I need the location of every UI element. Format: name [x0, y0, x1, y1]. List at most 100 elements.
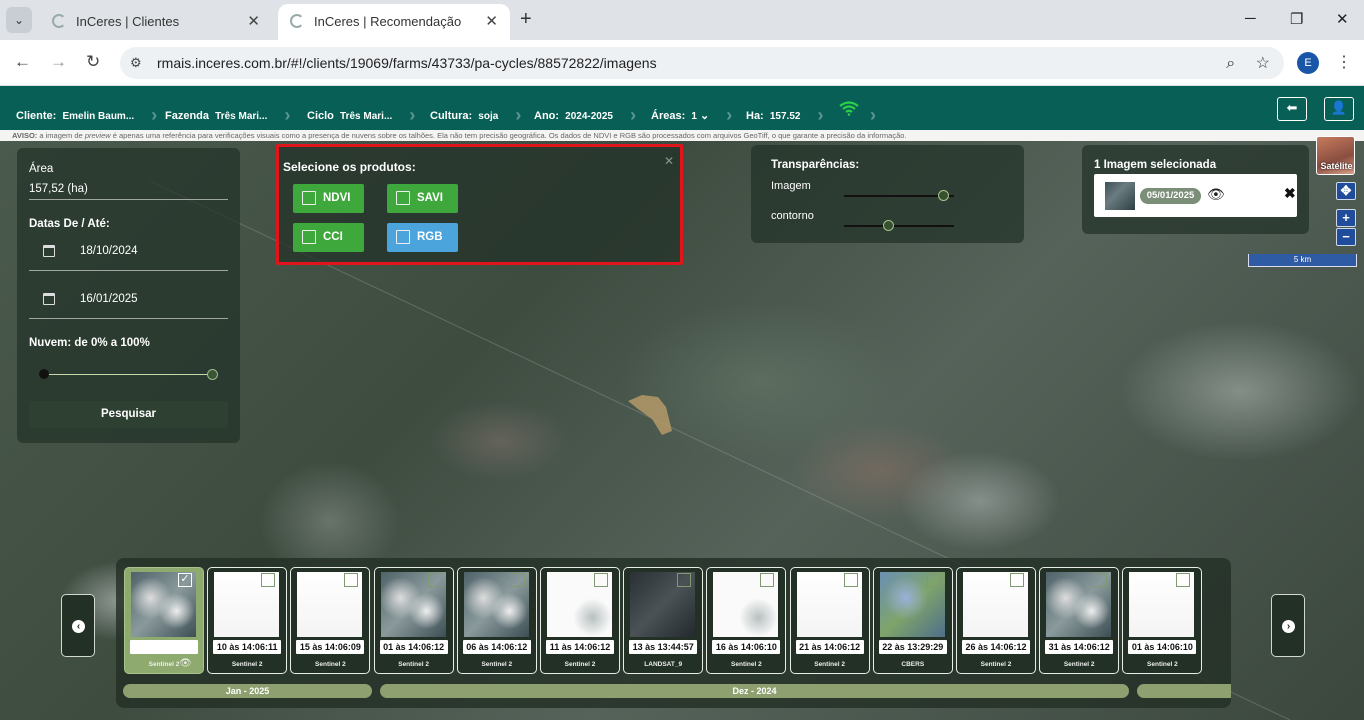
timeline-image-card[interactable]: 01 às 14:06:12 Sentinel 2 [373, 567, 454, 674]
preview-warning: AVISO: a imagem de preview é apenas uma … [0, 130, 1364, 141]
tab-title: InCeres | Recomendação [314, 14, 462, 29]
image-time-label: 06 às 14:06:12 [462, 640, 531, 654]
product-cci-button[interactable]: CCI [293, 223, 364, 252]
zoom-out-button[interactable]: − [1336, 228, 1356, 246]
minimize-icon[interactable]: ─ [1245, 10, 1256, 27]
product-rgb-button[interactable]: RGB [387, 223, 458, 252]
tab-recomendacao[interactable]: InCeres | Recomendação ✕ [278, 4, 510, 40]
crumb-label: Ciclo [307, 110, 334, 122]
search-button[interactable]: Pesquisar [29, 401, 228, 428]
timeline-image-card[interactable]: ✓ Sentinel 2 👁 [124, 567, 204, 674]
tab-search-button[interactable]: ⌄ [6, 7, 32, 33]
timeline-image-card[interactable]: 15 às 14:06:09 Sentinel 2 [290, 567, 371, 674]
image-checkbox[interactable] [677, 573, 692, 587]
timeline-next-button[interactable]: › [1271, 594, 1305, 657]
crumb-areas[interactable]: Áreas: 1 ⌄ › [651, 103, 732, 125]
checkbox[interactable] [396, 191, 410, 205]
close-icon[interactable]: ✕ [664, 154, 674, 168]
zoom-in-button[interactable]: + [1336, 209, 1356, 227]
date-to-field[interactable]: 16/01/2025 [80, 293, 138, 305]
image-checkbox[interactable] [427, 573, 442, 587]
date-from-field[interactable]: 18/10/2024 [80, 245, 138, 257]
image-checkbox[interactable] [261, 573, 276, 587]
calendar-icon[interactable] [43, 245, 55, 257]
chevron-left-icon: ‹ [72, 620, 85, 633]
checkbox[interactable] [396, 230, 410, 244]
crumb-cultura[interactable]: Cultura: soja › [430, 103, 521, 125]
forward-icon[interactable]: → [50, 52, 67, 72]
tab-clientes[interactable]: InCeres | Clientes ✕ [40, 4, 272, 40]
image-checkbox[interactable] [1010, 573, 1024, 587]
image-checkbox[interactable] [510, 573, 525, 587]
window-close-icon[interactable]: ✕ [1336, 10, 1349, 28]
timeline-image-card[interactable]: 13 às 13:44:57 LANDSAT_9 [623, 567, 704, 674]
url-text[interactable]: rmais.inceres.com.br/#!/clients/19069/fa… [157, 55, 657, 71]
image-checkbox[interactable] [1176, 573, 1191, 587]
timeline-image-card[interactable]: 31 às 14:06:12 Sentinel 2 [1039, 567, 1120, 674]
product-savi-button[interactable]: SAVI [387, 184, 458, 213]
timeline-image-card[interactable]: 06 às 14:06:12 Sentinel 2 [456, 567, 537, 674]
image-checkbox[interactable] [760, 573, 775, 587]
tab-favicon-icon [52, 14, 66, 28]
user-button[interactable]: 👤 [1324, 97, 1354, 121]
image-checkbox[interactable] [594, 573, 608, 587]
timeline-image-card[interactable]: 01 às 14:06:10 Sentinel 2 [1122, 567, 1203, 674]
eye-icon[interactable]: 👁 [179, 658, 192, 669]
image-opacity-handle[interactable] [938, 190, 949, 201]
timeline-prev-button[interactable]: ‹ [61, 594, 95, 657]
back-arrow-button[interactable]: ⬅ [1277, 97, 1307, 121]
eye-icon[interactable]: 👁 [1207, 186, 1225, 203]
cloud-slider-max-handle[interactable] [207, 369, 218, 380]
crumb-ciclo[interactable]: Ciclo Três Mari... › [307, 103, 415, 125]
browser-menu-icon[interactable]: ⋮ [1336, 52, 1352, 72]
image-time-label: 31 às 14:06:12 [1045, 640, 1114, 654]
image-checkbox[interactable] [926, 573, 941, 587]
products-panel: Selecione os produtos: ✕ NDVI SAVI CCI R… [276, 144, 683, 265]
tab-close-icon[interactable]: ✕ [485, 12, 498, 30]
timeline-image-card[interactable]: 11 às 14:06:12 Sentinel 2 [540, 567, 620, 674]
back-icon[interactable]: ← [14, 52, 31, 72]
product-label: SAVI [417, 192, 443, 204]
profile-avatar[interactable]: E [1297, 52, 1319, 74]
image-checkbox[interactable]: ✓ [178, 573, 192, 587]
image-checkbox[interactable] [344, 573, 359, 587]
cloud-slider-min-handle[interactable] [39, 369, 49, 379]
area-label: Área [29, 163, 54, 175]
cloud-slider-track[interactable] [43, 374, 213, 375]
crumb-ano[interactable]: Ano: 2024-2025 › [534, 103, 636, 125]
timeline-image-card[interactable]: 21 às 14:06:12 Sentinel 2 [789, 567, 870, 674]
tab-close-icon[interactable]: ✕ [247, 12, 260, 30]
field-plot-shape[interactable] [628, 393, 674, 435]
new-tab-icon[interactable]: + [520, 8, 532, 31]
site-info-icon[interactable]: ⚙ [130, 55, 142, 71]
pan-button[interactable]: ✥ [1336, 182, 1356, 200]
product-ndvi-button[interactable]: NDVI [293, 184, 364, 213]
crumb-cliente[interactable]: Cliente: Emelin Baum... › [16, 103, 157, 125]
contour-opacity-handle[interactable] [883, 220, 894, 231]
bookmark-star-icon[interactable]: ☆ [1256, 55, 1270, 72]
crumb-value: Três Mari... [215, 111, 268, 122]
zoom-icon[interactable]: ⌕ [1226, 55, 1235, 72]
selected-image-thumbnail[interactable] [1105, 182, 1135, 210]
restore-icon[interactable]: ❐ [1290, 10, 1303, 28]
contour-opacity-slider[interactable] [844, 225, 954, 227]
url-field[interactable]: ⚙ rmais.inceres.com.br/#!/clients/19069/… [120, 47, 1284, 79]
remove-icon[interactable]: ✖ [1284, 185, 1296, 202]
timeline-image-card[interactable]: 10 às 14:06:11 Sentinel 2 [207, 567, 288, 674]
timeline-image-card[interactable]: 26 às 14:06:12 Sentinel 2 [956, 567, 1036, 674]
satellite-layer-button[interactable]: Satélite [1316, 136, 1355, 175]
crumb-end: › [870, 105, 876, 125]
calendar-icon[interactable] [43, 293, 55, 305]
wifi-icon [839, 101, 859, 116]
crumb-fazenda[interactable]: Fazenda Três Mari... › [165, 103, 290, 125]
satellite-name: LANDSAT_9 [644, 661, 683, 668]
chevron-right-icon: › [1282, 620, 1295, 633]
reload-icon[interactable]: ↻ [86, 52, 100, 72]
satellite-name: Sentinel 2 [1147, 661, 1178, 668]
image-checkbox[interactable] [1093, 573, 1108, 587]
timeline-image-card[interactable]: 22 às 13:29:29 CBERS [872, 567, 953, 674]
checkbox[interactable] [302, 191, 316, 205]
image-checkbox[interactable] [843, 573, 858, 587]
timeline-image-card[interactable]: 16 às 14:06:10 Sentinel 2 [706, 567, 787, 674]
checkbox[interactable] [302, 230, 316, 244]
